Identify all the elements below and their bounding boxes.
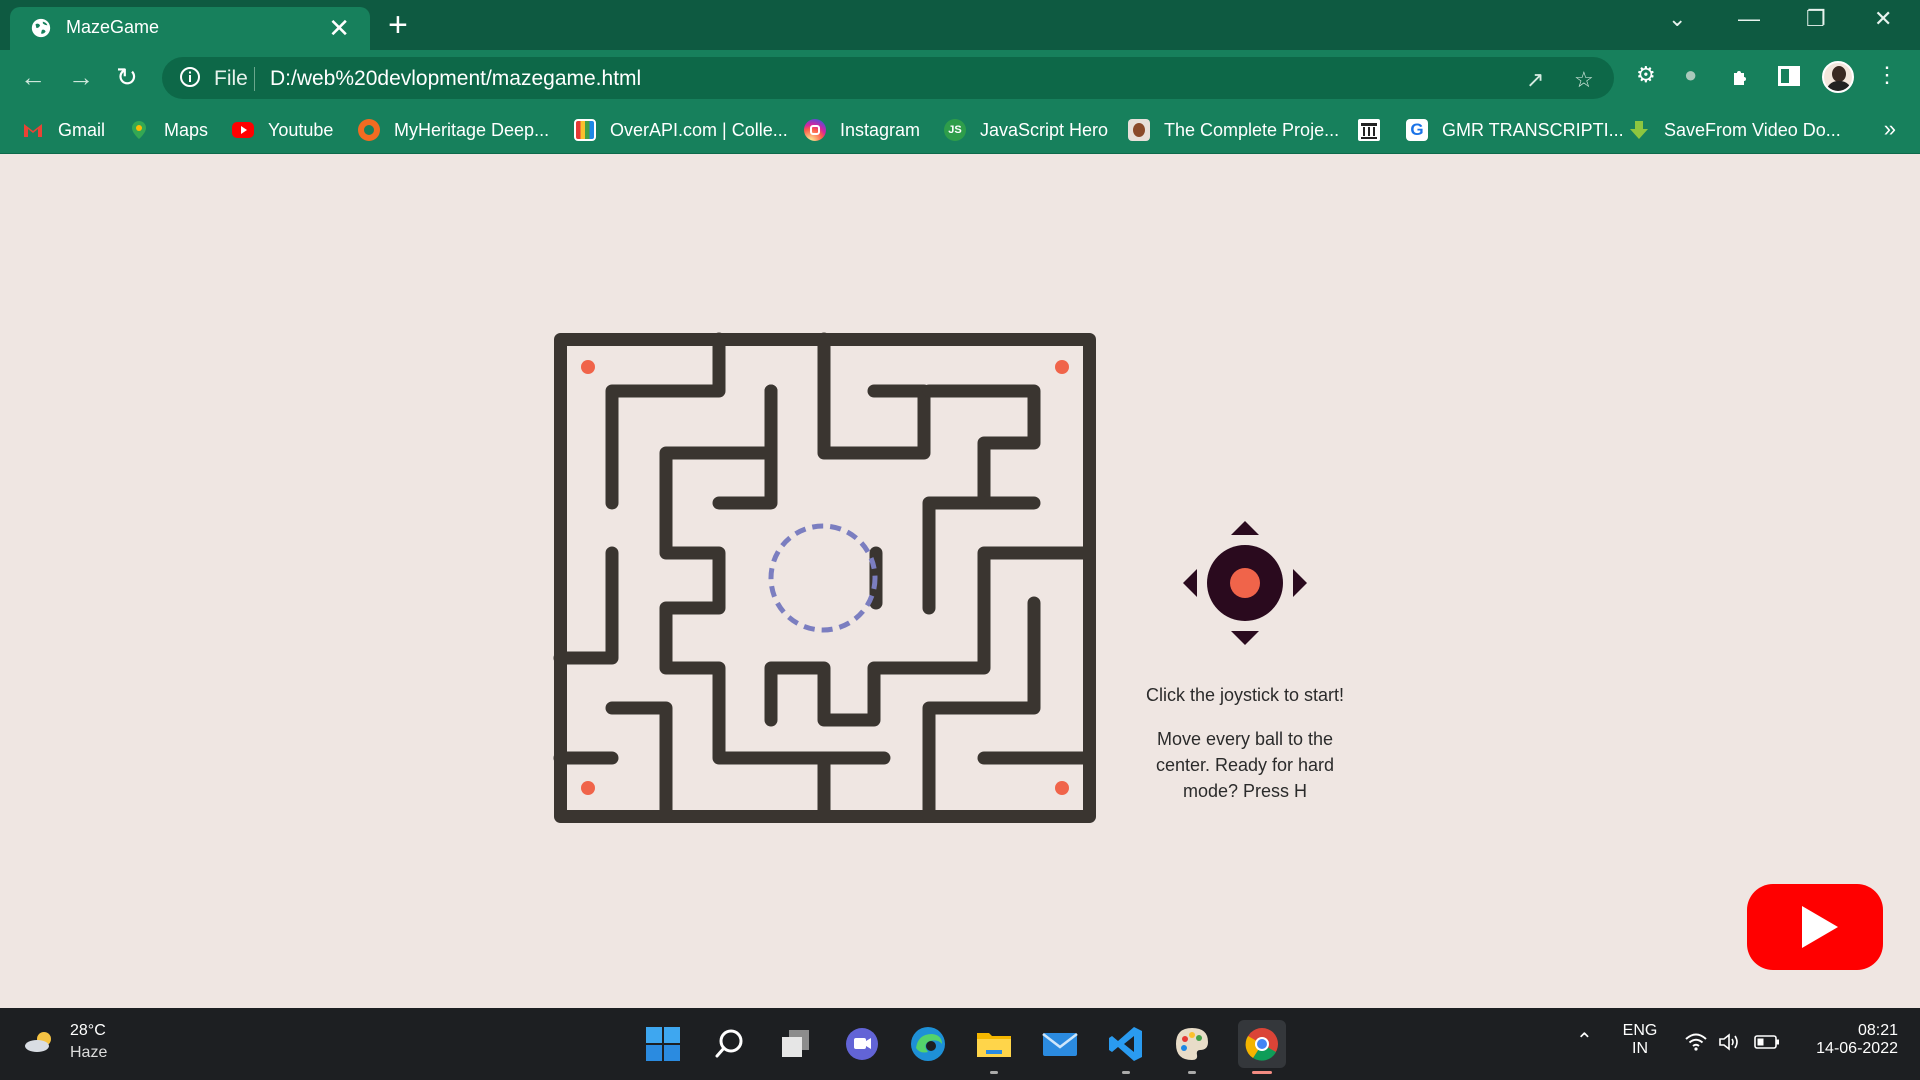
clock-date: 14-06-2022: [1816, 1040, 1898, 1057]
bookmark-gmr-transcription[interactable]: G GMR TRANSCRIPTI...: [1406, 118, 1624, 142]
mail-icon[interactable]: [1040, 1024, 1080, 1064]
search-icon[interactable]: [710, 1024, 750, 1064]
file-explorer-icon[interactable]: [974, 1024, 1014, 1074]
bookmark-overapi[interactable]: OverAPI.com | Colle...: [574, 118, 788, 142]
joystick[interactable]: [1180, 518, 1310, 648]
maze-board: [553, 332, 1096, 823]
bookmark-instagram[interactable]: Instagram: [804, 118, 920, 142]
vscode-icon[interactable]: [1106, 1024, 1146, 1074]
browser-toolbar: ← → ↻ File D:/web%20devlopment/mazegame.…: [0, 50, 1920, 106]
globe-icon: [31, 18, 51, 38]
bookmarks-bar: Gmail Maps Youtube MyHeritage Deep... Ov…: [0, 106, 1920, 154]
forward-arrow-icon[interactable]: →: [68, 62, 94, 92]
more-bookmarks-button[interactable]: »: [1884, 116, 1896, 142]
clock-time: 08:21: [1857, 1022, 1898, 1039]
target-circle: [768, 523, 878, 633]
windows-taskbar: 28°C Haze ⌃ ENG IN 08:21 14-06-2022: [0, 1008, 1920, 1080]
bank-icon: [1358, 119, 1380, 141]
bookmark-javascript-hero[interactable]: JS JavaScript Hero: [944, 118, 1108, 142]
teams-chat-icon[interactable]: [842, 1024, 882, 1064]
ball: [581, 781, 595, 795]
tab-mazegame[interactable]: MazeGame ✕: [10, 7, 370, 50]
joystick-knob: [1230, 568, 1260, 598]
minimize-button[interactable]: —: [1738, 6, 1760, 32]
extension-mouse-icon[interactable]: ●: [1684, 62, 1697, 88]
bookmark-gmail[interactable]: Gmail: [22, 118, 105, 142]
edge-icon[interactable]: [908, 1024, 948, 1064]
joystick-right-arrow-icon: [1293, 569, 1307, 597]
ball: [1055, 360, 1069, 374]
menu-kebab-icon[interactable]: ⋮: [1876, 62, 1898, 88]
maze-svg: [553, 332, 1096, 823]
maps-icon: [128, 119, 150, 141]
instruction-start: Click the joystick to start!: [1145, 685, 1345, 705]
tab-search-dropdown-icon[interactable]: ⌄: [1668, 6, 1686, 32]
url-separator: [254, 67, 255, 91]
weather-condition: Haze: [70, 1044, 108, 1061]
tab-title: MazeGame: [66, 17, 160, 37]
info-icon[interactable]: [178, 65, 202, 89]
youtube-logo-icon[interactable]: [1747, 884, 1883, 970]
url-text[interactable]: D:/web%20devlopment/mazegame.html: [270, 67, 641, 91]
instagram-icon: [804, 119, 826, 141]
volume-icon[interactable]: [1718, 1032, 1742, 1052]
profile-avatar[interactable]: [1822, 61, 1854, 93]
extension-gear-icon[interactable]: ⚙: [1636, 62, 1656, 88]
restore-button[interactable]: ❐: [1806, 6, 1826, 32]
new-tab-button[interactable]: +: [388, 7, 408, 43]
task-view-icon[interactable]: [776, 1024, 816, 1064]
bookmark-savefrom[interactable]: SaveFrom Video Do...: [1628, 118, 1841, 142]
paint-icon[interactable]: [1172, 1024, 1212, 1074]
active-indicator: [1252, 1071, 1272, 1074]
javascript-hero-icon: JS: [944, 119, 966, 141]
battery-icon[interactable]: [1754, 1034, 1780, 1050]
reload-icon[interactable]: ↻: [116, 62, 138, 92]
ball: [581, 360, 595, 374]
bookmark-myheritage[interactable]: MyHeritage Deep...: [358, 118, 549, 142]
joystick-down-arrow-icon: [1231, 631, 1259, 645]
running-indicator: [990, 1071, 998, 1074]
instruction-goal: Move every ball to the center. Ready for…: [1155, 729, 1335, 801]
show-hidden-icons-chevron-icon[interactable]: ⌃: [1576, 1028, 1593, 1053]
tab-strip: MazeGame ✕ + ⌄ — ❐ ✕: [0, 0, 1920, 50]
wifi-icon[interactable]: [1684, 1032, 1708, 1052]
gmr-icon: G: [1406, 119, 1428, 141]
bookmark-star-icon[interactable]: ☆: [1574, 67, 1594, 93]
gmail-icon: [22, 119, 44, 141]
chrome-icon[interactable]: [1238, 1020, 1286, 1074]
weather-temperature: 28°C: [70, 1022, 106, 1039]
ball: [1055, 781, 1069, 795]
bookmark-complete-project[interactable]: The Complete Proje...: [1128, 118, 1339, 142]
language-indicator[interactable]: ENG IN: [1618, 1022, 1662, 1058]
side-panel-icon[interactable]: [1778, 66, 1800, 86]
tab-close-button[interactable]: ✕: [328, 13, 350, 43]
overapi-icon: [574, 119, 596, 141]
myheritage-icon: [358, 119, 380, 141]
bookmark-youtube[interactable]: Youtube: [232, 118, 333, 142]
windows-start-icon[interactable]: [643, 1024, 683, 1064]
clock[interactable]: 08:21 14-06-2022: [1798, 1022, 1898, 1058]
share-icon[interactable]: ↗: [1526, 67, 1544, 93]
bookmark-bank[interactable]: [1358, 118, 1394, 142]
savefrom-icon: [1628, 119, 1650, 141]
weather-haze-icon: [25, 1032, 51, 1052]
window-close-button[interactable]: ✕: [1874, 6, 1892, 32]
extensions-puzzle-icon[interactable]: [1730, 64, 1754, 88]
complete-project-icon: [1128, 119, 1150, 141]
running-indicator: [1122, 1071, 1130, 1074]
bookmark-maps[interactable]: Maps: [128, 118, 208, 142]
joystick-left-arrow-icon: [1183, 569, 1197, 597]
back-arrow-icon[interactable]: ←: [20, 62, 46, 92]
url-scheme-label: File: [214, 67, 248, 90]
running-indicator: [1188, 1071, 1196, 1074]
joystick-up-arrow-icon: [1231, 521, 1259, 535]
maze-walls: [553, 332, 1096, 823]
address-bar[interactable]: File D:/web%20devlopment/mazegame.html ↗…: [162, 57, 1614, 99]
youtube-icon: [232, 122, 254, 138]
